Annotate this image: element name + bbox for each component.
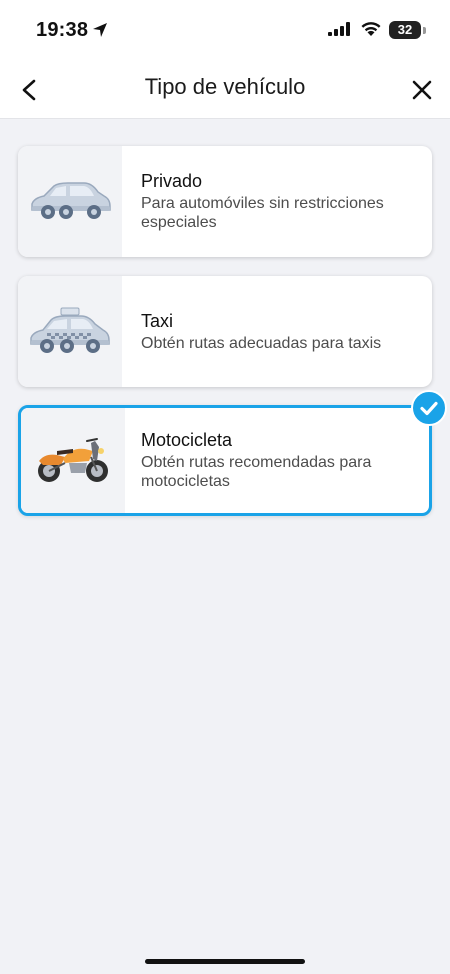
- option-description: Obtén rutas recomendadas para motociclet…: [141, 454, 372, 490]
- navigation-bar: Tipo de vehículo: [0, 62, 450, 119]
- battery-tip: [423, 27, 426, 34]
- vehicle-thumbnail: [18, 146, 122, 257]
- vehicle-option-motocicleta[interactable]: Motocicleta Obtén rutas recomendadas par…: [18, 390, 447, 516]
- option-text: Taxi Obtén rutas adecuadas para taxis: [141, 276, 418, 387]
- taxi-icon: [30, 307, 110, 353]
- option-title: Taxi: [141, 310, 174, 331]
- vehicle-option-taxi[interactable]: Taxi Obtén rutas adecuadas para taxis: [18, 276, 432, 387]
- option-title: Motocicleta: [141, 430, 233, 450]
- car-icon: [31, 181, 111, 219]
- option-text: Motocicleta Obtén rutas recomendadas par…: [141, 408, 415, 513]
- option-text: Privado Para automóviles sin restriccion…: [141, 146, 418, 257]
- home-indicator: [145, 959, 305, 964]
- status-time: 19:38: [36, 19, 89, 41]
- vehicle-thumbnail: [21, 408, 125, 513]
- location-arrow-icon: [93, 23, 107, 37]
- vehicle-option-privado[interactable]: Privado Para automóviles sin restriccion…: [18, 146, 432, 257]
- close-icon[interactable]: [406, 74, 438, 106]
- cellular-signal-icon: [328, 22, 350, 36]
- page-title: Tipo de vehículo: [144, 74, 306, 99]
- battery-icon: 32: [389, 21, 421, 39]
- option-description: Para automóviles sin restricciones espec…: [141, 195, 384, 231]
- option-description: Obtén rutas adecuadas para taxis: [141, 334, 382, 352]
- vehicle-thumbnail: [18, 276, 122, 387]
- selected-check-icon: [411, 390, 447, 426]
- status-bar: 19:38 32: [0, 0, 450, 62]
- motorcycle-icon: [38, 437, 108, 482]
- wifi-icon: [361, 22, 381, 36]
- option-title: Privado: [141, 171, 203, 191]
